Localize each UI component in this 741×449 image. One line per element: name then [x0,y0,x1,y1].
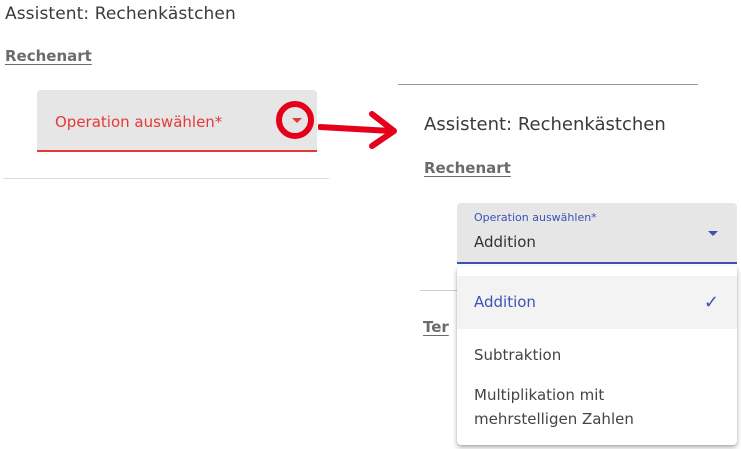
divider-right [420,290,460,291]
divider-left [3,178,329,179]
highlight-circle [276,101,314,139]
option-multiplikation[interactable]: Multiplikation mit mehrstelligen Zahlen [457,383,737,431]
operation-dropdown-menu: Addition ✓ Subtraktion Multiplikation mi… [457,266,737,445]
section-heading-rechenart-left: Rechenart [5,47,92,65]
option-addition[interactable]: Addition ✓ [457,276,737,329]
section-heading-partial: Ter [423,318,449,336]
dropdown-arrow-icon[interactable] [708,231,718,236]
cropped-edge-line [398,84,698,85]
operation-select-label-left: Operation auswählen* [55,113,223,131]
option-label: Addition [474,293,536,311]
section-heading-rechenart-right: Rechenart [424,159,511,177]
page-title-left: Assistent: Rechenkästchen [5,4,236,24]
option-label: Subtraktion [474,346,562,364]
arrow-right-icon [318,111,397,149]
checkmark-icon: ✓ [703,292,719,313]
operation-select-value: Addition [474,233,536,251]
page-title-right: Assistent: Rechenkästchen [424,114,666,135]
option-label: Multiplikation mit mehrstelligen Zahlen [474,386,634,428]
operation-select-label-right: Operation auswählen* [474,211,597,224]
option-subtraktion[interactable]: Subtraktion [457,343,737,367]
